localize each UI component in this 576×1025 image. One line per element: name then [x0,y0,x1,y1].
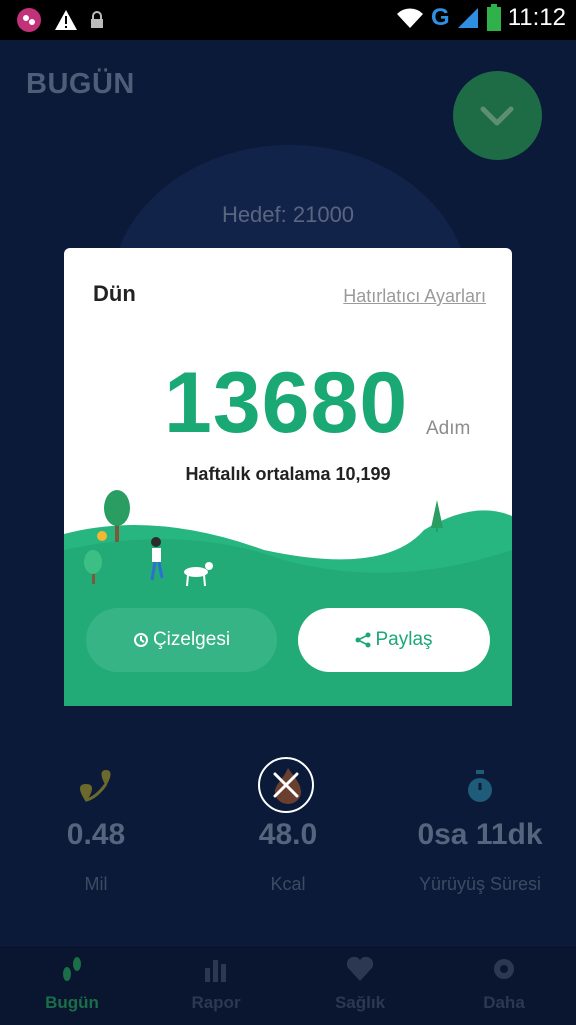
footsteps-icon [63,957,81,981]
heart-pulse-icon [346,956,374,981]
calories-label: Kcal [270,874,306,894]
nav-report[interactable]: Rapor [144,954,288,1013]
landscape-illustration [64,490,512,706]
close-dialog-button[interactable] [258,757,314,813]
close-icon [273,772,299,798]
nav-health[interactable]: Sağlık [288,954,432,1013]
nav-report-label: Rapor [191,993,241,1012]
warning-icon [55,10,77,30]
network-type: G [431,4,450,31]
nav-today-label: Bugün [45,993,99,1012]
reminder-settings-link[interactable]: Hatırlatıcı Ayarları [343,286,486,307]
stopwatch-icon [468,770,492,802]
clock: 11:12 [507,4,566,31]
expand-button[interactable] [453,71,542,160]
walking-time-label: Yürüyüş Süresi [418,874,542,894]
history-icon [133,633,148,647]
gear-icon [494,959,514,979]
lock-icon [91,11,103,28]
steps-unit: Adım [426,418,471,439]
chart-button[interactable]: Çizelgesi [86,608,277,672]
stat-distance: 0.48 Mil [0,760,192,895]
nav-today[interactable]: Bugün [0,954,144,1013]
status-bar: G 11:12 [0,0,576,40]
distance-value: 0.48 [66,818,126,851]
page-title: BUGÜN [26,68,135,100]
nav-more-label: Daha [483,993,525,1012]
battery-icon [486,4,501,31]
stat-walking-time: 0sa 11dk Yürüyüş Süresi [384,760,576,895]
share-icon [355,632,371,648]
nav-health-label: Sağlık [334,993,386,1012]
signal-icon [457,8,478,28]
bottom-nav: Bugün Rapor Sağlık Daha [0,945,576,1025]
share-button[interactable]: Paylaş [298,608,490,672]
chevron-down-icon [480,106,514,126]
app-notification-icon [17,8,41,32]
share-button-label: Paylaş [375,629,433,650]
walking-time-value: 0sa 11dk [417,818,543,851]
chart-button-label: Çizelgesi [152,629,231,650]
bar-chart-icon [205,960,226,982]
calories-value: 48.0 [258,818,318,851]
nav-more[interactable]: Daha [432,954,576,1013]
target-label: Hedef: 21000 [221,202,355,227]
yesterday-summary-dialog: Dün Hatırlatıcı Ayarları 13680 Adım Haft… [64,248,512,706]
distance-label: Mil [84,874,108,894]
map-pin-icon [80,770,111,802]
steps-count: 13680 [164,355,409,451]
dialog-title: Dün [93,281,136,306]
wifi-icon [397,8,424,28]
